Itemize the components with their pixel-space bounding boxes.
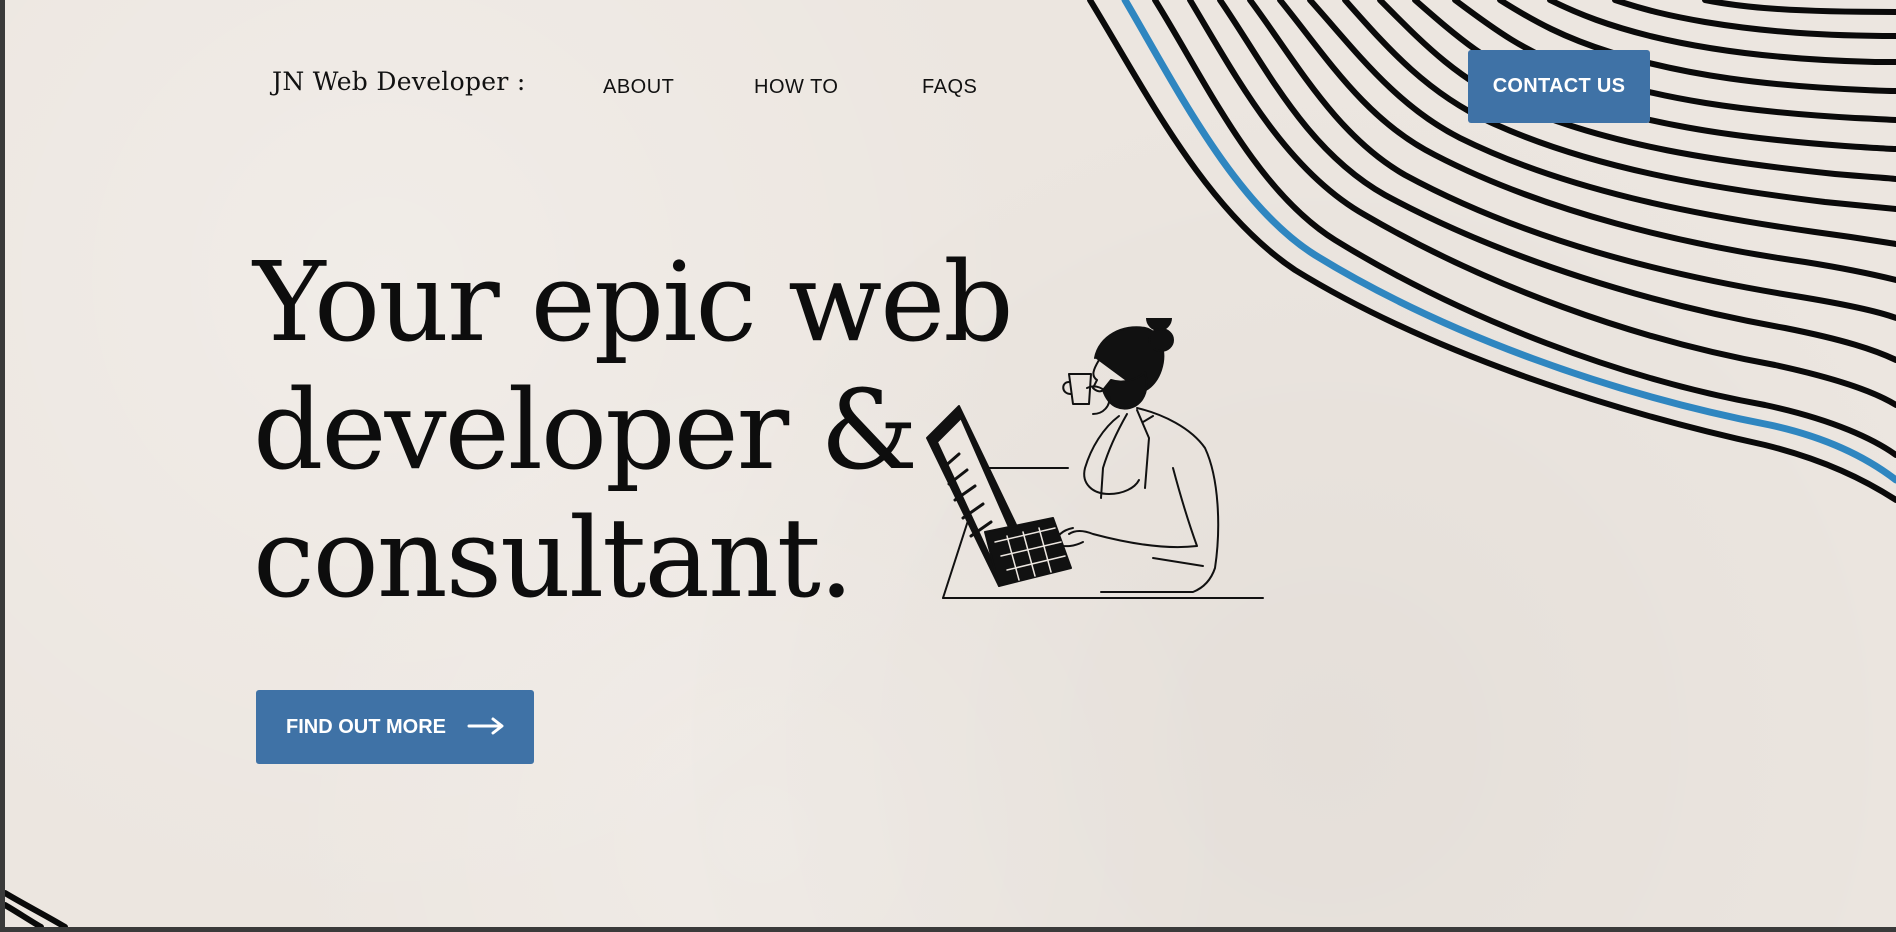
page-frame: JN Web Developer : ABOUT HOW TO FAQS CON… (5, 0, 1896, 927)
find-out-more-button[interactable]: FIND OUT MORE (256, 690, 534, 764)
brand-logo[interactable]: JN Web Developer : (272, 67, 526, 96)
headline-line-1: Your epic web (253, 238, 1014, 366)
developer-illustration (926, 318, 1264, 599)
headline-line-2: developer & (253, 366, 918, 494)
find-out-more-label: FIND OUT MORE (286, 715, 446, 738)
nav-faqs-link[interactable]: FAQS (922, 76, 977, 99)
nav-how-to-link[interactable]: HOW TO (754, 76, 838, 99)
hero-headline: Your epic web developer & consultant. (253, 238, 1014, 622)
arrow-right-icon (467, 717, 504, 735)
headline-line-3: consultant. (253, 494, 854, 622)
nav-about-link[interactable]: ABOUT (603, 76, 674, 99)
contact-us-button[interactable]: CONTACT US (1468, 50, 1650, 123)
